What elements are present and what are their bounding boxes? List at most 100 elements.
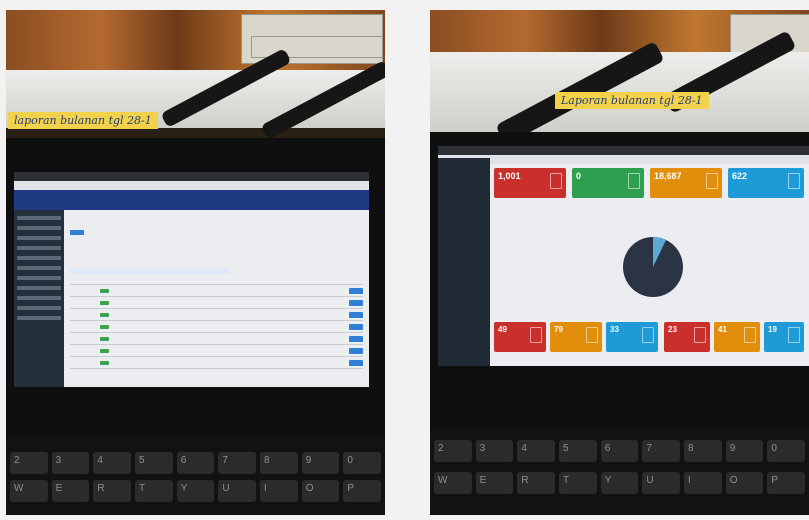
book-icon <box>788 327 800 343</box>
row-action-button <box>349 348 363 354</box>
blue-button <box>70 230 84 235</box>
stat-value: 41 <box>718 325 727 334</box>
keyboard: 2 3 4 5 6 7 8 9 0 W E R T Y U I O P <box>430 428 809 515</box>
sidebar-item <box>17 316 61 320</box>
status-badge <box>100 289 109 293</box>
row-action-button <box>349 312 363 318</box>
row-action-button <box>349 300 363 306</box>
table-row <box>70 284 363 285</box>
stat-value: 23 <box>668 325 677 334</box>
key: 4 <box>517 440 556 462</box>
sidebar-item <box>17 266 61 270</box>
book-icon <box>744 327 756 343</box>
book-icon <box>694 327 706 343</box>
key: Y <box>600 472 639 494</box>
key: P <box>767 472 806 494</box>
key: O <box>301 480 340 502</box>
box-stripe <box>260 60 385 140</box>
stat-card: 41 <box>714 322 760 352</box>
laptop-screen <box>14 172 369 387</box>
sticky-note: laporan bulanan tgl 28-1 <box>8 112 158 129</box>
status-badge <box>100 301 109 305</box>
stat-value: 49 <box>498 325 507 334</box>
book-icon <box>530 327 542 343</box>
book-icon <box>628 173 640 189</box>
stat-card: 18,687 <box>650 168 722 198</box>
key: P <box>343 480 382 502</box>
sidebar-item <box>17 236 61 240</box>
key: 9 <box>301 452 340 474</box>
table-row <box>70 320 363 321</box>
key-row: 2 3 4 5 6 7 8 9 0 <box>10 452 382 474</box>
pie-chart <box>623 237 683 297</box>
stat-card: 33 <box>606 322 658 352</box>
stat-card: 0 <box>572 168 644 198</box>
key: U <box>218 480 257 502</box>
key: E <box>475 472 514 494</box>
sidebar-item <box>17 216 61 220</box>
key: 0 <box>767 440 806 462</box>
table-row <box>70 368 363 369</box>
key: 2 <box>434 440 472 462</box>
row-action-button <box>349 324 363 330</box>
status-badge <box>100 313 109 317</box>
stat-card: 49 <box>494 322 546 352</box>
stat-value: 33 <box>610 325 619 334</box>
sidebar-item <box>17 246 61 250</box>
stat-value: 1,001 <box>498 171 521 181</box>
table-row <box>70 332 363 333</box>
key: I <box>684 472 722 494</box>
key: 9 <box>725 440 764 462</box>
key: 5 <box>559 440 597 462</box>
stat-card: 19 <box>764 322 804 352</box>
key: 3 <box>51 452 90 474</box>
key: 7 <box>642 440 681 462</box>
laptop-screen: 1,001 0 18,687 622 49 79 33 23 41 19 <box>438 146 809 366</box>
key: I <box>260 480 298 502</box>
app-header <box>14 190 369 210</box>
sidebar-item <box>17 276 61 280</box>
status-badge <box>100 325 109 329</box>
key-row: 2 3 4 5 6 7 8 9 0 <box>434 440 806 462</box>
key: W <box>10 480 48 502</box>
table-row <box>70 344 363 345</box>
stat-value: 79 <box>554 325 563 334</box>
sidebar-item <box>17 306 61 310</box>
key: R <box>517 472 556 494</box>
stat-card: 622 <box>728 168 804 198</box>
key: 6 <box>176 452 215 474</box>
browser-address-bar <box>14 181 369 190</box>
stat-value: 0 <box>576 171 582 181</box>
row-action-button <box>349 288 363 294</box>
sidebar-item <box>17 256 61 260</box>
key: 4 <box>93 452 132 474</box>
table-row <box>70 308 363 309</box>
stat-card: 79 <box>550 322 602 352</box>
key: T <box>559 472 597 494</box>
left-photo: laporan bulanan tgl 28-1 2 3 4 5 6 7 8 9… <box>6 10 385 515</box>
browser-address-bar <box>438 155 809 164</box>
dashboard-sidebar <box>438 158 490 366</box>
book-icon <box>586 327 598 343</box>
info-bar <box>70 268 230 274</box>
stat-value: 622 <box>732 171 748 181</box>
book-icon <box>642 327 654 343</box>
sticky-note: Laporan bulanan tgl 28-1 <box>555 92 709 109</box>
sidebar-item <box>17 226 61 230</box>
users-icon <box>788 173 800 189</box>
browser-tabbar <box>14 172 369 181</box>
key: 8 <box>260 452 298 474</box>
stat-value: 18,687 <box>654 171 682 181</box>
stat-card: 1,001 <box>494 168 566 198</box>
key: U <box>642 472 681 494</box>
key: 3 <box>475 440 514 462</box>
book-icon <box>706 173 718 189</box>
key: 2 <box>10 452 48 474</box>
right-photo: Laporan bulanan tgl 28-1 1,001 0 18,687 … <box>430 10 809 515</box>
key: R <box>93 480 132 502</box>
key: 7 <box>218 452 257 474</box>
row-action-button <box>349 336 363 342</box>
key: O <box>725 472 764 494</box>
status-badge <box>100 361 109 365</box>
status-badge <box>100 337 109 341</box>
